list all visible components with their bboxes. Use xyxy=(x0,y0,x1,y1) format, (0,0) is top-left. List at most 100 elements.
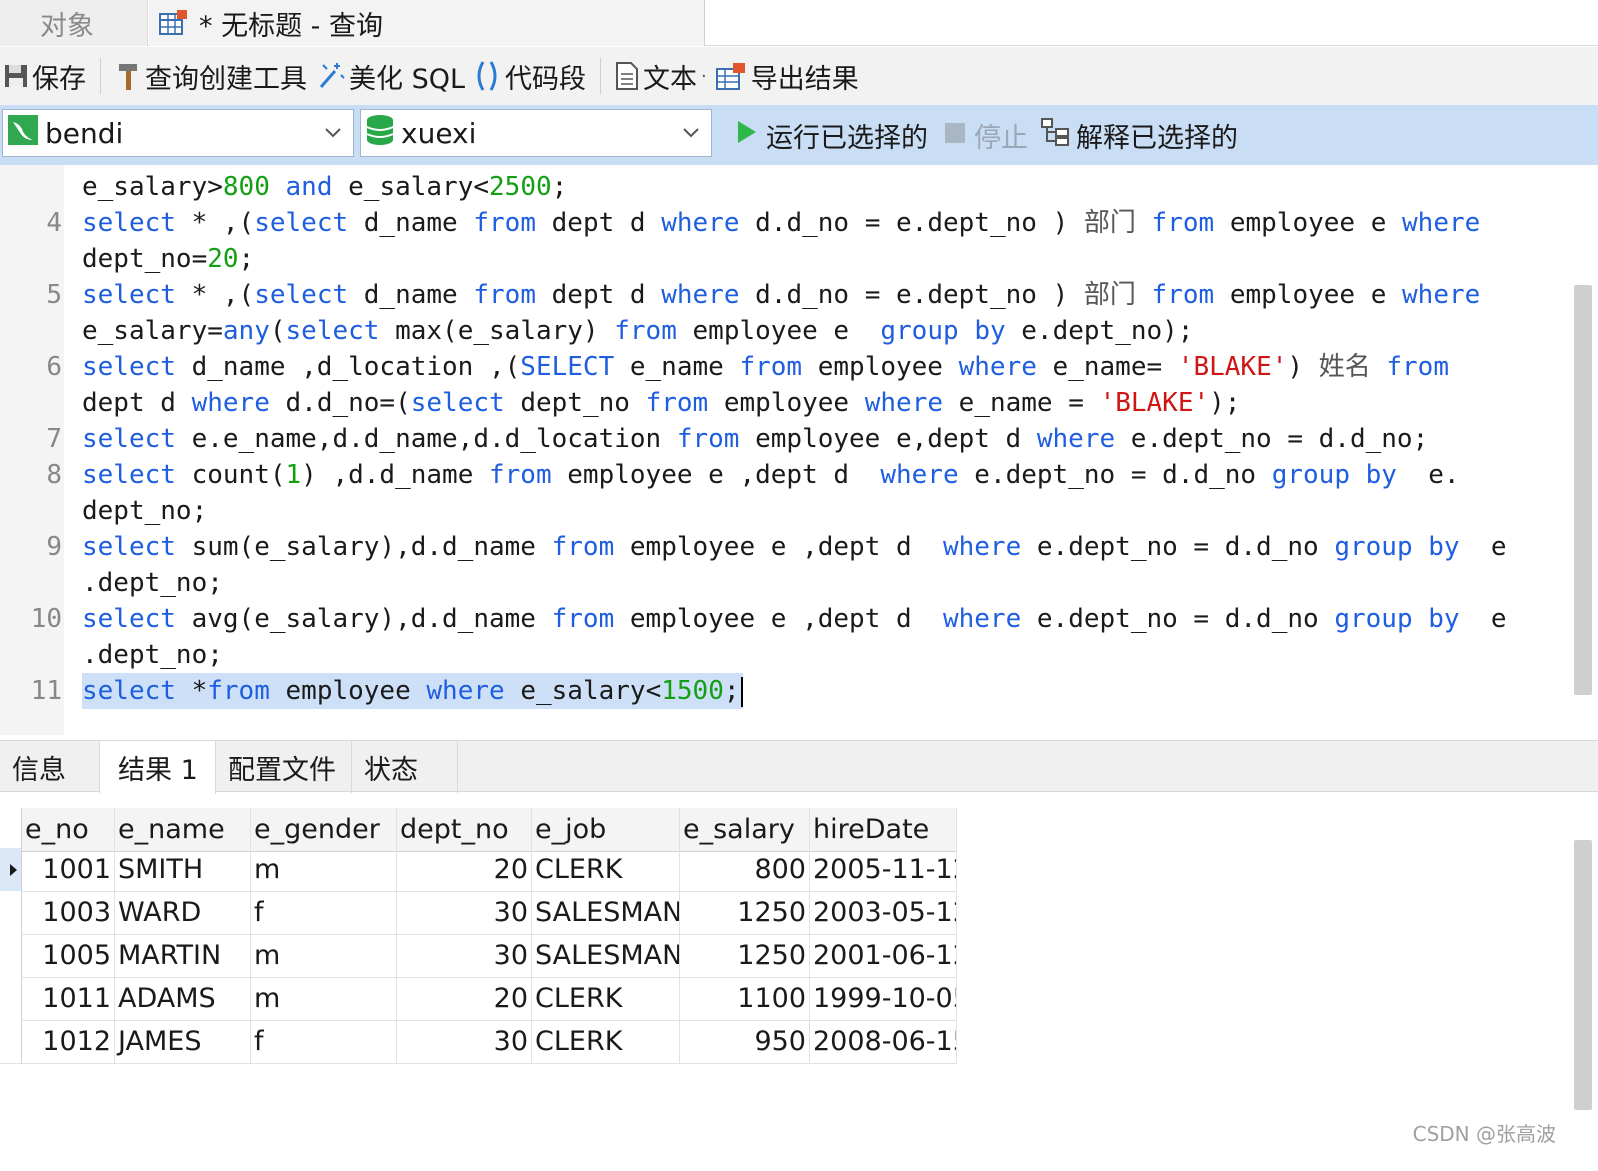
code-line[interactable]: e_salary=any(select max(e_salary) from e… xyxy=(0,313,1560,349)
tab-profile-label: 配置文件 xyxy=(228,754,336,786)
tab-info[interactable]: 信息 xyxy=(0,741,100,793)
table-row[interactable]: 1011 ADAMS m 20 CLERK 1100 1999-10-05 xyxy=(0,977,957,1021)
table-cell[interactable]: 800 xyxy=(680,848,810,892)
table-cell[interactable]: m xyxy=(251,934,397,978)
column-header[interactable]: e_gender xyxy=(251,808,397,852)
sql-token: dept_no; xyxy=(82,496,208,526)
sql-editor[interactable]: e_salary>800 and e_salary<2500; 4 select *… xyxy=(0,165,1598,735)
table-cell[interactable]: 1100 xyxy=(680,977,810,1021)
table-cell[interactable]: 1012 xyxy=(22,1020,115,1064)
row-indicator[interactable] xyxy=(0,808,22,852)
code-line[interactable]: 9 select sum(e_salary),d.d_name from empl… xyxy=(0,529,1560,565)
database-select[interactable]: xuexi xyxy=(360,109,712,157)
table-cell[interactable]: 2008-06-15 xyxy=(810,1020,957,1064)
table-cell[interactable]: 950 xyxy=(680,1020,810,1064)
table-cell[interactable]: 30 xyxy=(397,1020,532,1064)
row-indicator[interactable] xyxy=(0,848,22,892)
table-cell[interactable]: SMITH xyxy=(115,848,251,892)
stop-button[interactable]: 停止 xyxy=(944,113,1028,157)
beautify-sql-button[interactable]: 美化 SQL xyxy=(311,47,469,105)
tab-objects[interactable]: 对象 xyxy=(0,0,148,46)
grid-scrollbar[interactable] xyxy=(1574,840,1592,1110)
query-builder-button[interactable]: 查询创建工具 xyxy=(111,47,311,105)
table-row[interactable]: 1005 MARTIN m 30 SALESMAN 1250 2001-06-12 xyxy=(0,934,957,978)
sql-keyword: from xyxy=(207,676,270,706)
connection-select[interactable]: bendi xyxy=(2,109,354,157)
code-line[interactable]: dept d where d.d_no=(select dept_no from… xyxy=(0,385,1560,421)
save-button[interactable]: 保存 xyxy=(0,47,90,105)
column-header[interactable]: e_job xyxy=(532,808,680,852)
table-row[interactable]: 1012 JAMES f 30 CLERK 950 2008-06-15 xyxy=(0,1020,957,1064)
table-cell[interactable]: CLERK xyxy=(532,977,680,1021)
table-cell[interactable]: 20 xyxy=(397,977,532,1021)
table-cell[interactable]: m xyxy=(251,848,397,892)
table-cell[interactable]: 1003 xyxy=(22,891,115,935)
explain-selected-button[interactable]: 解释已选择的 xyxy=(1040,113,1238,157)
table-cell[interactable]: 1250 xyxy=(680,934,810,978)
code-line[interactable]: 4 select * ,(select d_name from dept d wh… xyxy=(0,205,1560,241)
sql-token: * xyxy=(175,676,208,706)
table-cell[interactable]: 1011 xyxy=(22,977,115,1021)
table-cell[interactable]: 1005 xyxy=(22,934,115,978)
table-cell[interactable]: 1001 xyxy=(22,848,115,892)
code-text: dept_no; xyxy=(82,493,207,529)
editor-scrollbar[interactable] xyxy=(1574,285,1592,695)
column-header[interactable]: dept_no xyxy=(397,808,532,852)
table-cell[interactable]: 30 xyxy=(397,891,532,935)
text-mode-button[interactable]: 文本 · xyxy=(611,47,711,105)
code-line[interactable]: 8 select count(1) ,d.d_name from employee… xyxy=(0,457,1560,493)
table-cell[interactable]: SALESMAN xyxy=(532,934,680,978)
table-cell[interactable]: 20 xyxy=(397,848,532,892)
column-header[interactable]: hireDate xyxy=(810,808,957,852)
code-line[interactable]: .dept_no; xyxy=(0,637,1560,673)
table-row[interactable]: 1003 WARD f 30 SALESMAN 1250 2003-05-12 xyxy=(0,891,957,935)
table-cell[interactable]: 30 xyxy=(397,934,532,978)
row-indicator[interactable] xyxy=(0,977,22,1021)
table-cell[interactable]: 2005-11-12 xyxy=(810,848,957,892)
tab-query[interactable]: * 无标题 - 查询 xyxy=(149,0,705,46)
sql-keyword: from xyxy=(739,352,803,382)
code-line[interactable]: 7 select e.e_name,d.d_name,d.d_location f… xyxy=(0,421,1560,457)
run-selected-button[interactable]: 运行已选择的 xyxy=(736,113,928,157)
sql-keyword: by xyxy=(1428,532,1460,562)
code-line[interactable]: 10 select avg(e_salary),d.d_name from emp… xyxy=(0,601,1560,637)
sql-code-area[interactable]: e_salary>800 and e_salary<2500; 4 select *… xyxy=(0,169,1560,709)
table-cell[interactable]: m xyxy=(251,977,397,1021)
table-cell[interactable]: 2003-05-12 xyxy=(810,891,957,935)
tab-result-1[interactable]: 结果 1 xyxy=(100,741,216,794)
column-header[interactable]: e_no xyxy=(22,808,115,852)
table-cell[interactable]: 1999-10-05 xyxy=(810,977,957,1021)
table-cell[interactable]: JAMES xyxy=(115,1020,251,1064)
tab-profile[interactable]: 配置文件 xyxy=(216,741,352,793)
code-line[interactable]: 11 select *from employee where e_salary<1… xyxy=(0,673,1560,709)
table-cell[interactable]: 1250 xyxy=(680,891,810,935)
table-row[interactable]: 1001 SMITH m 20 CLERK 800 2005-11-12 xyxy=(0,848,957,892)
code-line[interactable]: 5 select * ,(select d_name from dept d wh… xyxy=(0,277,1560,313)
row-indicator[interactable] xyxy=(0,891,22,935)
table-cell[interactable]: 2001-06-12 xyxy=(810,934,957,978)
export-results-button[interactable]: 导出结果 xyxy=(711,47,863,105)
table-cell[interactable]: CLERK xyxy=(532,848,680,892)
sql-token: employee e xyxy=(1214,280,1403,310)
table-cell[interactable]: f xyxy=(251,1020,397,1064)
code-line[interactable]: 6 select d_name ,d_location ,(SELECT e_na… xyxy=(0,349,1560,385)
column-header[interactable]: e_name xyxy=(115,808,251,852)
table-cell[interactable]: WARD xyxy=(115,891,251,935)
tab-status[interactable]: 状态 xyxy=(352,741,458,793)
sql-token: ; xyxy=(551,172,568,202)
sql-token: d_name xyxy=(348,280,474,310)
row-indicator[interactable] xyxy=(0,1020,22,1064)
code-line[interactable]: dept_no; xyxy=(0,493,1560,529)
code-snippet-button[interactable]: 代码段 xyxy=(469,47,590,105)
table-cell[interactable]: ADAMS xyxy=(115,977,251,1021)
table-cell[interactable]: CLERK xyxy=(532,1020,680,1064)
code-line[interactable]: e_salary>800 and e_salary<2500; xyxy=(0,169,1560,205)
row-indicator[interactable] xyxy=(0,934,22,978)
table-cell[interactable]: f xyxy=(251,891,397,935)
code-line[interactable]: .dept_no; xyxy=(0,565,1560,601)
table-cell[interactable]: MARTIN xyxy=(115,934,251,978)
column-header[interactable]: e_salary xyxy=(680,808,810,852)
table-cell[interactable]: SALESMAN xyxy=(532,891,680,935)
result-tab-bar: 信息 结果 1 配置文件 状态 xyxy=(0,740,1598,794)
code-line[interactable]: dept_no=20; xyxy=(0,241,1560,277)
